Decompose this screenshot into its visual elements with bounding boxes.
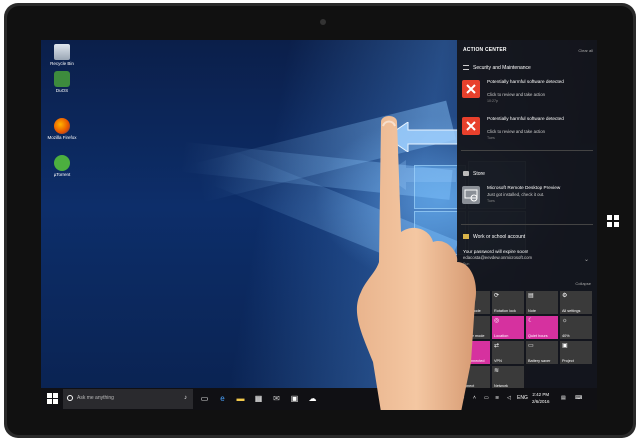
notification-body: Click to review and take action bbox=[487, 129, 546, 134]
camera-icon bbox=[320, 19, 326, 25]
quick-action-battery-saver[interactable]: ▭ Battery saver bbox=[526, 341, 558, 364]
wifi-icon[interactable]: ≋ bbox=[495, 395, 499, 401]
group-header-security[interactable]: Security and Maintenance bbox=[463, 65, 531, 71]
notification-body: Just got installed, check it out. bbox=[487, 192, 545, 197]
vpn-icon: ⇄ bbox=[494, 343, 500, 349]
desktop-icon-label: Recycle Bin bbox=[50, 61, 74, 66]
desktop-icon-label: µTorrent bbox=[53, 172, 71, 177]
desktop-icon-utorrent[interactable]: µTorrent bbox=[47, 155, 77, 177]
desktop-icon-duos[interactable]: DuOS bbox=[47, 71, 77, 93]
task-view-icon[interactable]: ▭ bbox=[199, 393, 210, 404]
project-icon: ▣ bbox=[562, 343, 568, 349]
note-icon: ▤ bbox=[528, 293, 534, 299]
moon-icon: ☾ bbox=[528, 318, 534, 324]
notification-time: 10:27p bbox=[487, 99, 498, 103]
clear-all-button[interactable]: Clear all bbox=[578, 48, 593, 53]
action-center-icon[interactable]: ▤ bbox=[561, 395, 566, 401]
collapse-button[interactable]: Collapse bbox=[575, 281, 591, 286]
duos-icon bbox=[54, 71, 70, 87]
tile-label: All settings bbox=[562, 309, 581, 313]
tablet-device: Recycle Bin DuOS Mozilla Firefox µTorren… bbox=[4, 3, 636, 438]
desktop-icon-recycle-bin[interactable]: Recycle Bin bbox=[47, 44, 77, 66]
notification-title: Potentially harmful software detected bbox=[487, 116, 564, 121]
remote-desktop-taskbar-icon[interactable]: ▣ bbox=[289, 393, 300, 404]
quick-action-note[interactable]: ▤ Note bbox=[526, 291, 558, 314]
quick-action-project[interactable]: ▣ Project bbox=[560, 341, 592, 364]
clock-time: 2:42 PM bbox=[532, 392, 550, 397]
battery-icon: ▭ bbox=[528, 343, 534, 349]
quick-action-network[interactable]: ≋ Network bbox=[492, 366, 524, 389]
windows-logo-icon bbox=[47, 393, 52, 398]
notification-title: Potentially harmful software detected bbox=[487, 79, 564, 84]
onedrive-icon[interactable]: ☁ bbox=[307, 393, 318, 404]
notification-title: Microsoft Remote Desktop Preview bbox=[487, 185, 561, 190]
clock-date: 2/6/2016 bbox=[532, 399, 550, 404]
quick-action-all-settings[interactable]: ⚙ All settings bbox=[560, 291, 592, 314]
search-box[interactable]: Ask me anything ♪ bbox=[63, 389, 193, 409]
chevron-down-icon[interactable]: ⌄ bbox=[584, 256, 589, 263]
keyboard-icon[interactable]: ⌨ bbox=[575, 395, 582, 401]
network-icon: ≋ bbox=[494, 368, 500, 374]
battery-tray-icon[interactable]: ▭ bbox=[484, 395, 489, 401]
screen: Recycle Bin DuOS Mozilla Firefox µTorren… bbox=[41, 40, 597, 410]
cortana-icon bbox=[67, 395, 73, 401]
quick-action-quiet-hours[interactable]: ☾ Quiet hours bbox=[526, 316, 558, 339]
recycle-bin-icon bbox=[54, 44, 70, 60]
firefox-icon bbox=[54, 118, 70, 134]
edge-icon[interactable]: e bbox=[217, 393, 228, 404]
finger-swipe-hand-image bbox=[357, 116, 476, 410]
tile-label: 40% bbox=[562, 334, 570, 338]
hardware-windows-button[interactable] bbox=[607, 215, 619, 227]
quick-action-vpn[interactable]: ⇄ VPN bbox=[492, 341, 524, 364]
quick-action-location[interactable]: ◎ Location bbox=[492, 316, 524, 339]
clock[interactable]: 2:42 PM 2/6/2016 bbox=[532, 391, 550, 405]
notification-item[interactable]: Potentially harmful software detected Cl… bbox=[461, 79, 593, 107]
action-center-title: ACTION CENTER bbox=[463, 47, 507, 53]
flag-icon bbox=[463, 65, 469, 71]
quick-action-rotation-lock[interactable]: ⟳ Rotation lock bbox=[492, 291, 524, 314]
language-indicator[interactable]: ENG bbox=[517, 395, 528, 401]
quick-action-brightness[interactable]: ☼ 40% bbox=[560, 316, 592, 339]
tile-label: Project bbox=[562, 359, 574, 363]
tile-label: Rotation lock bbox=[494, 309, 516, 313]
brightness-icon: ☼ bbox=[562, 318, 568, 324]
utorrent-icon bbox=[54, 155, 70, 171]
file-explorer-icon[interactable]: ▬ bbox=[235, 393, 246, 404]
tile-label: Note bbox=[528, 309, 537, 313]
tile-label: VPN bbox=[494, 359, 502, 363]
location-icon: ◎ bbox=[494, 318, 500, 324]
desktop-icon-label: Mozilla Firefox bbox=[47, 135, 77, 140]
mail-icon[interactable]: ✉ bbox=[271, 393, 282, 404]
notification-time: Tues bbox=[487, 136, 495, 140]
gear-icon: ⚙ bbox=[562, 293, 568, 299]
tile-label: Battery saver bbox=[528, 359, 551, 363]
microphone-icon[interactable]: ♪ bbox=[184, 395, 187, 401]
tile-label: Quiet hours bbox=[528, 334, 548, 338]
group-label: Security and Maintenance bbox=[473, 65, 531, 71]
notification-time: Tues bbox=[487, 199, 495, 203]
notification-body: Click to review and take action bbox=[487, 92, 546, 97]
rotation-lock-icon: ⟳ bbox=[494, 293, 500, 299]
tile-label: Location bbox=[494, 334, 509, 338]
desktop-icon-label: DuOS bbox=[55, 88, 69, 93]
taskbar: Ask me anything ♪ ▭ e ▬ ▦ ✉ ▣ ☁ ⚇ ˄ ▭ ≋ … bbox=[41, 388, 597, 410]
error-x-icon bbox=[462, 80, 480, 98]
notification-title: Your password will expire soon! bbox=[463, 249, 529, 254]
desktop-icon-firefox[interactable]: Mozilla Firefox bbox=[47, 118, 77, 140]
volume-icon[interactable]: ◁ bbox=[507, 395, 511, 401]
start-button[interactable] bbox=[47, 393, 59, 405]
store-icon[interactable]: ▦ bbox=[253, 393, 264, 404]
search-placeholder: Ask me anything bbox=[77, 395, 114, 401]
